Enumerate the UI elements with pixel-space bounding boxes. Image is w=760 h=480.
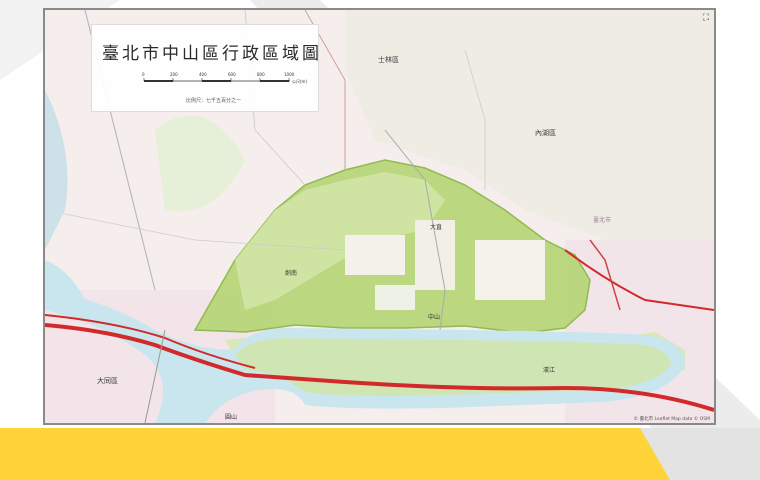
map-viewer[interactable]: 士林區 內湖區 大同區 臺北市 大直 圓山 劍南 中山 濱江 臺北市中山區行政區… [43, 8, 716, 425]
map-attribution[interactable]: © 臺北市 Leaflet Map data © OSM [634, 416, 710, 422]
scale-tick-200: 200 [170, 72, 178, 77]
scale-unit: 公尺(m) [292, 79, 307, 84]
label-binjiang: 濱江 [543, 367, 556, 374]
label-neihu: 內湖區 [535, 129, 556, 137]
fullscreen-icon[interactable]: ⛶ [701, 13, 711, 23]
label-taipei: 臺北市 [593, 217, 612, 224]
scale-tick-800: 800 [257, 72, 265, 77]
scale-note: 比例尺：七千五百分之一 [186, 98, 242, 104]
scale-bar: 0 200 400 600 800 1000 公尺(m) [142, 72, 307, 84]
label-shilin: 士林區 [378, 56, 399, 64]
map-title: 臺北市中山區行政區域圖 [102, 44, 322, 64]
label-datong: 大同區 [97, 377, 118, 385]
map-legend-box: 臺北市中山區行政區域圖 0 200 400 600 800 1000 公尺(m)… [91, 24, 319, 112]
label-zhongshan: 中山 [428, 314, 441, 321]
yellow-band-corner [640, 428, 760, 480]
scale-tick-0: 0 [142, 72, 145, 77]
scale-tick-1000: 1000 [284, 72, 295, 77]
scale-tick-400: 400 [199, 72, 207, 77]
label-yuanshan: 圓山 [225, 414, 238, 421]
scale-tick-600: 600 [228, 72, 236, 77]
label-jiannan: 劍南 [285, 270, 298, 277]
label-dazhi: 大直 [430, 224, 443, 231]
